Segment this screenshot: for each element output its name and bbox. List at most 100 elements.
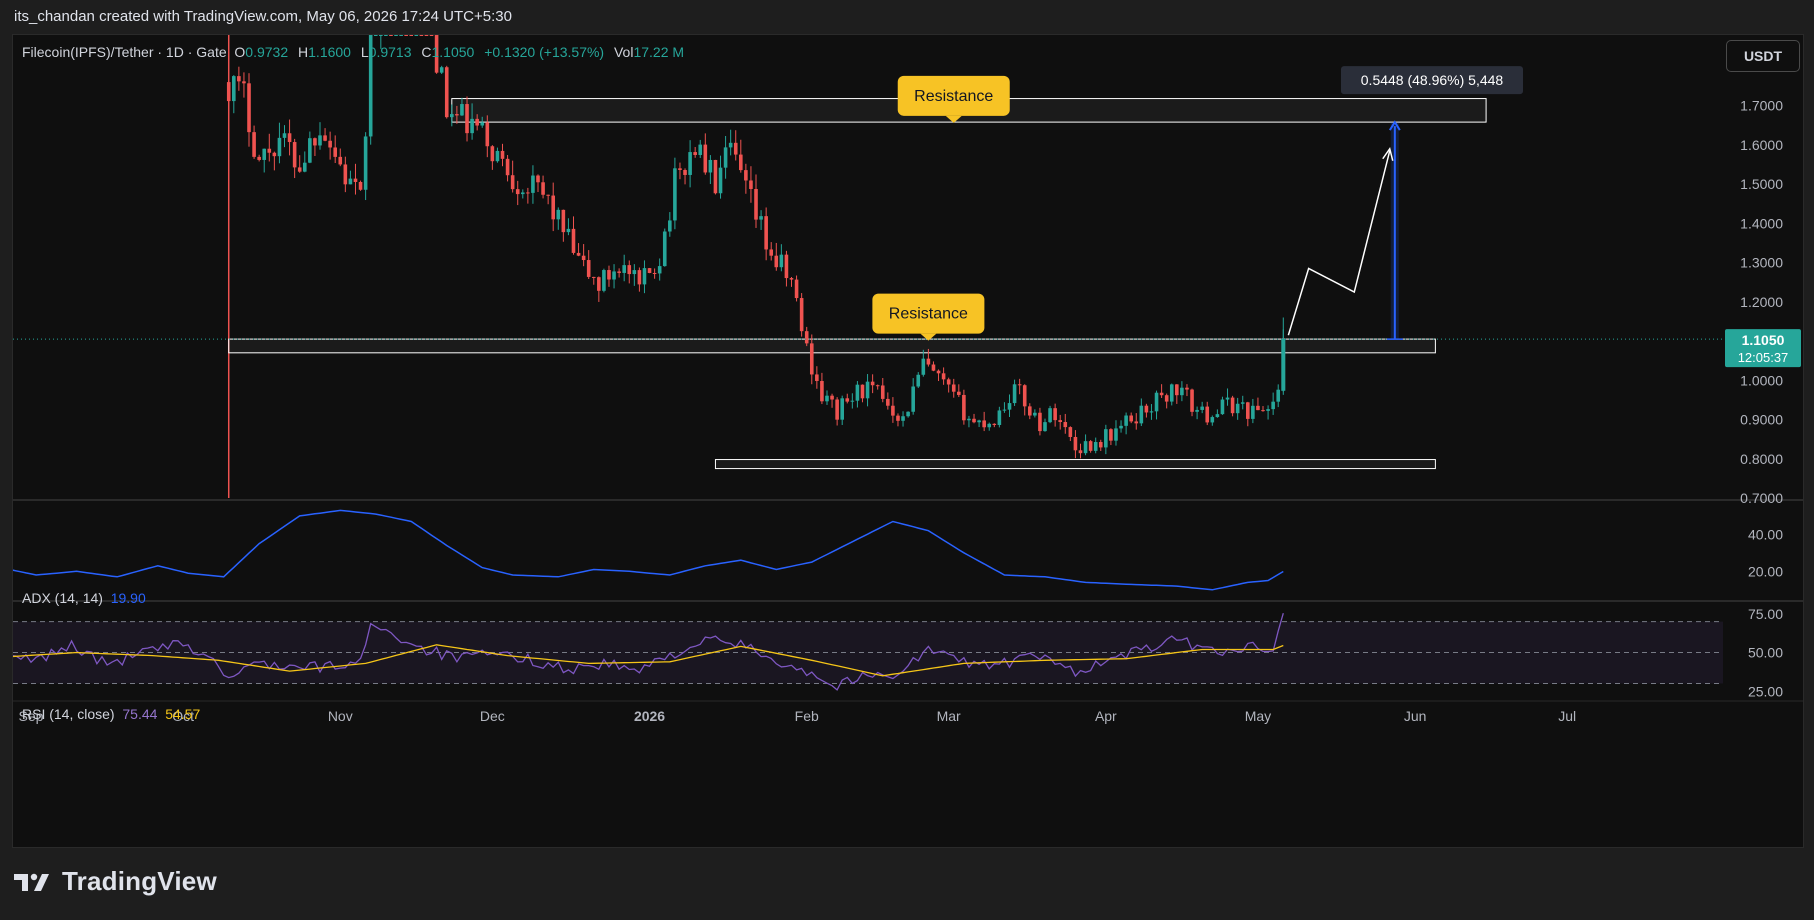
candle-body xyxy=(490,146,495,162)
candle-body xyxy=(845,398,850,402)
candle-body xyxy=(825,395,829,402)
candle-body xyxy=(308,138,312,163)
candle-body xyxy=(297,167,302,172)
time-axis-tick-6: Mar xyxy=(937,708,961,724)
time-axis-tick-9: Jun xyxy=(1404,708,1427,724)
candle-body xyxy=(1017,384,1022,386)
candle-body xyxy=(1261,410,1265,412)
candle-body xyxy=(997,410,1002,425)
candle-body xyxy=(1109,429,1113,441)
candle-body xyxy=(754,188,758,220)
last-price-value: 1.1050 xyxy=(1742,332,1785,348)
change-value: +0.1320 (+13.57%) xyxy=(484,44,605,60)
chart-canvas[interactable]: 1.80001.70001.60001.50001.40001.30001.20… xyxy=(13,35,1803,847)
candle-body xyxy=(1195,409,1199,412)
candle-body xyxy=(926,358,931,365)
candle-body xyxy=(678,168,682,171)
candle-body xyxy=(1139,405,1144,424)
candle-body xyxy=(759,216,763,220)
candle-body xyxy=(531,175,535,193)
candle-body xyxy=(1083,441,1088,454)
candle-body xyxy=(1149,411,1154,413)
candle-body xyxy=(267,148,272,153)
candle-body xyxy=(384,35,388,36)
candle-body xyxy=(597,277,601,291)
candle-body xyxy=(977,420,981,423)
candle-body xyxy=(804,331,809,344)
rsi-legend[interactable]: RSI (14, close) 75.44 54.57 xyxy=(22,706,200,722)
candle-body xyxy=(728,142,733,148)
candle-body xyxy=(855,384,860,401)
candle-body xyxy=(936,370,941,374)
adx-line xyxy=(13,509,1284,591)
projection-path xyxy=(1287,150,1391,336)
candle-body xyxy=(901,416,905,421)
candle-body xyxy=(739,154,743,171)
candle-body xyxy=(566,228,571,233)
candle-body xyxy=(607,270,611,280)
candle-body xyxy=(617,271,621,273)
symbol-name[interactable]: Filecoin(IPFS)/Tether · 1D · Gate xyxy=(22,44,227,60)
candle-body xyxy=(541,182,545,195)
candle-body xyxy=(1002,409,1007,411)
candle-body xyxy=(906,411,910,417)
candle-body xyxy=(1114,428,1118,441)
candle-body xyxy=(389,35,393,36)
candle-body xyxy=(1027,406,1032,416)
tradingview-logo[interactable]: TradingView xyxy=(14,866,217,897)
currency-button[interactable]: USDT xyxy=(1726,40,1800,72)
candle-body xyxy=(1190,389,1194,412)
candle-body xyxy=(769,249,774,256)
candle-body xyxy=(860,384,865,399)
candle-body xyxy=(951,384,956,392)
low-label: L xyxy=(360,44,369,60)
candle-body xyxy=(252,132,256,157)
candle-body xyxy=(1134,421,1139,424)
adx-axis-tick-0: 40.00 xyxy=(1748,526,1783,542)
candle-body xyxy=(1159,392,1164,396)
candle-body xyxy=(1175,384,1179,396)
candle-body xyxy=(1169,384,1174,402)
candle-body xyxy=(475,118,479,126)
candle-body xyxy=(414,35,419,36)
time-axis-tick-4: 2026 xyxy=(634,708,665,724)
candle-body xyxy=(1205,406,1210,423)
candle-body xyxy=(896,415,900,421)
chart-frame[interactable]: 1.80001.70001.60001.50001.40001.30001.20… xyxy=(12,34,1804,848)
candle-body xyxy=(891,405,895,416)
candle-body xyxy=(612,271,616,280)
candle-body xyxy=(749,180,753,189)
candle-body xyxy=(1154,392,1159,412)
candle-body xyxy=(880,385,885,399)
candle-body xyxy=(820,381,824,402)
candle-body xyxy=(586,260,591,277)
candle-body xyxy=(343,164,348,185)
candle-body xyxy=(982,420,986,428)
candle-body xyxy=(551,195,556,220)
support-zone xyxy=(714,459,1436,470)
candle-body xyxy=(1078,450,1083,454)
time-axis-tick-2: Nov xyxy=(328,708,353,724)
price-axis-tick-2: 1.6000 xyxy=(1740,137,1783,153)
rsi-axis-tick-1: 50.00 xyxy=(1748,645,1783,661)
price-axis-tick-8: 1.0000 xyxy=(1740,372,1783,388)
adx-value: 19.90 xyxy=(110,590,146,606)
candle-body xyxy=(379,35,383,36)
candle-body xyxy=(992,423,997,425)
candle-body xyxy=(698,144,703,155)
candle-body xyxy=(865,381,870,399)
candle-body xyxy=(840,398,844,420)
price-axis-tick-3: 1.5000 xyxy=(1740,176,1783,192)
candle-body xyxy=(450,114,454,118)
open-label: O xyxy=(234,44,246,60)
candle-body xyxy=(657,266,662,274)
candle-body xyxy=(1104,429,1108,448)
candle-body xyxy=(277,137,282,157)
adx-legend[interactable]: ADX (14, 14) 19.90 xyxy=(22,590,146,606)
time-axis-tick-3: Dec xyxy=(480,708,505,724)
price-axis-tick-11: 0.7000 xyxy=(1740,490,1783,506)
candle-body xyxy=(703,144,708,173)
candle-body xyxy=(1185,387,1189,390)
candle-body xyxy=(1038,412,1042,432)
breakout-resistance-zone xyxy=(228,338,1436,354)
